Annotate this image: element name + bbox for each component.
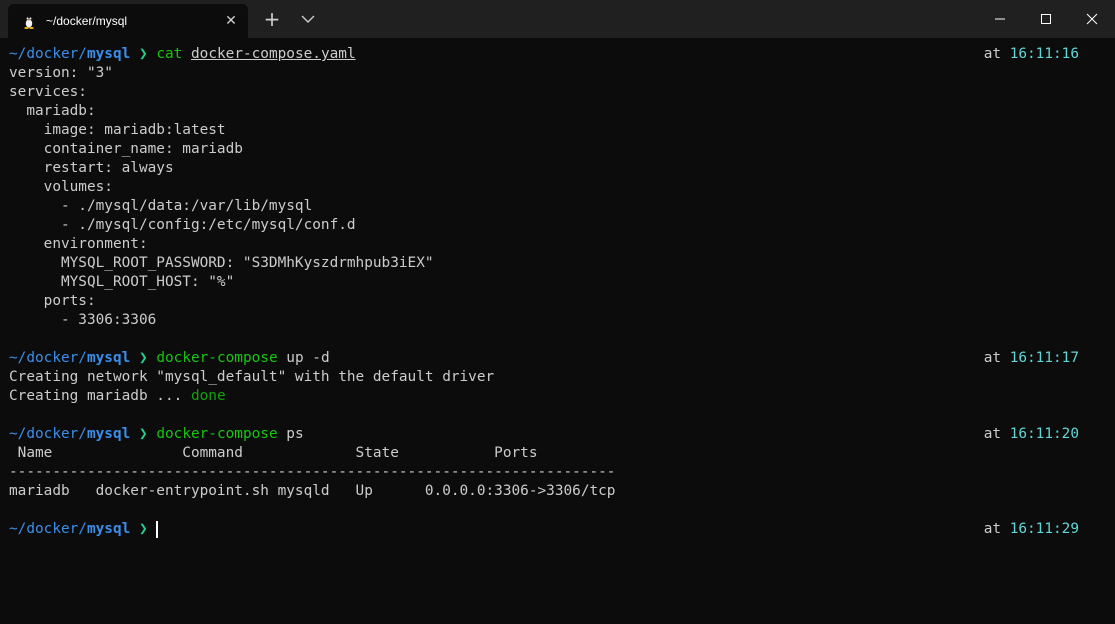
prompt-arrow: ❯ — [138, 521, 148, 537]
prompt-time: at 16:11:17 — [984, 349, 1079, 368]
prompt-line: ~/docker/mysql ❯ cat docker-compose.yaml… — [9, 45, 1105, 64]
prompt-path-dir: mysql — [86, 521, 131, 537]
close-window-button[interactable] — [1069, 0, 1115, 38]
maximize-icon — [1041, 14, 1051, 24]
prompt-time: at 16:11:29 — [984, 520, 1079, 539]
output-line: - ./mysql/data:/var/lib/mysql — [9, 198, 313, 214]
tab-title: ~/docker/mysql — [46, 14, 128, 28]
output-line: - ./mysql/config:/etc/mysql/conf.d — [9, 217, 356, 233]
output-line: MYSQL_ROOT_HOST: "%" — [9, 274, 235, 290]
timestamp: 16:11:29 — [1009, 521, 1079, 537]
output-line: mariadb: — [9, 103, 96, 119]
prompt-path-dir: mysql — [86, 426, 131, 442]
output-line: restart: always — [9, 160, 174, 176]
prompt-time: at 16:11:16 — [984, 45, 1079, 64]
at-label: at — [983, 521, 1002, 537]
command: cat — [156, 46, 183, 62]
timestamp: 16:11:16 — [1009, 46, 1079, 62]
command: docker-compose — [156, 426, 278, 442]
maximize-button[interactable] — [1023, 0, 1069, 38]
table-rule: ----------------------------------------… — [9, 464, 616, 480]
command-args: docker-compose.yaml — [191, 46, 356, 62]
timestamp: 16:11:20 — [1009, 426, 1079, 442]
timestamp: 16:11:17 — [1009, 350, 1079, 366]
output-line: MYSQL_ROOT_PASSWORD: "S3DMhKyszdrmhpub3i… — [9, 255, 434, 271]
prompt-line: ~/docker/mysql ❯ docker-compose up -d at … — [9, 349, 1105, 368]
output-line: Creating mariadb ... done — [9, 387, 1105, 406]
command-args: ps — [286, 426, 304, 442]
chevron-down-icon[interactable] — [298, 10, 318, 28]
close-icon — [1086, 13, 1098, 25]
tab-active[interactable]: ~/docker/mysql ✕ — [8, 4, 248, 38]
at-label: at — [983, 46, 1002, 62]
new-tab-icon[interactable]: + — [262, 9, 282, 29]
at-label: at — [983, 426, 1002, 442]
output-line: - 3306:3306 — [9, 312, 157, 328]
output-line: services: — [9, 84, 87, 100]
current-prompt-line[interactable]: ~/docker/mysql ❯ at 16:11:29 — [9, 520, 1105, 539]
prompt-path-dir: mysql — [86, 350, 131, 366]
prompt-path-prefix: ~/docker/ — [9, 350, 87, 366]
command-args: up -d — [286, 350, 330, 366]
table-header: Name Command State Ports — [9, 445, 538, 461]
output-line: Creating network "mysql_default" with th… — [9, 369, 495, 385]
prompt-arrow: ❯ — [138, 350, 148, 366]
output-line: version: "3" — [9, 65, 113, 81]
prompt-path-prefix: ~/docker/ — [9, 521, 87, 537]
output-line: image: mariadb:latest — [9, 122, 226, 138]
status-prefix: Creating mariadb ... — [9, 388, 191, 404]
prompt-path-prefix: ~/docker/ — [9, 46, 87, 62]
minimize-button[interactable] — [977, 0, 1023, 38]
title-bar: ~/docker/mysql ✕ + — [0, 0, 1115, 38]
output-line: environment: — [9, 236, 148, 252]
close-tab-icon[interactable]: ✕ — [222, 12, 240, 30]
command: docker-compose — [156, 350, 278, 366]
prompt-path-dir: mysql — [86, 46, 131, 62]
status-done: done — [190, 388, 226, 404]
linux-tux-icon — [24, 16, 34, 29]
prompt-time: at 16:11:20 — [984, 425, 1079, 444]
output-line: container_name: mariadb — [9, 141, 243, 157]
text-cursor — [156, 520, 159, 538]
prompt-arrow: ❯ — [138, 46, 148, 62]
terminal-output[interactable]: ~/docker/mysql ❯ cat docker-compose.yaml… — [9, 45, 1105, 615]
at-label: at — [983, 350, 1002, 366]
output-line: ports: — [9, 293, 96, 309]
output-line: volumes: — [9, 179, 113, 195]
minimize-icon — [995, 18, 1005, 20]
prompt-path-prefix: ~/docker/ — [9, 426, 87, 442]
prompt-arrow: ❯ — [138, 426, 148, 442]
table-row: mariadb docker-entrypoint.sh mysqld Up 0… — [9, 483, 616, 499]
prompt-line: ~/docker/mysql ❯ docker-compose ps at 16:… — [9, 425, 1105, 444]
